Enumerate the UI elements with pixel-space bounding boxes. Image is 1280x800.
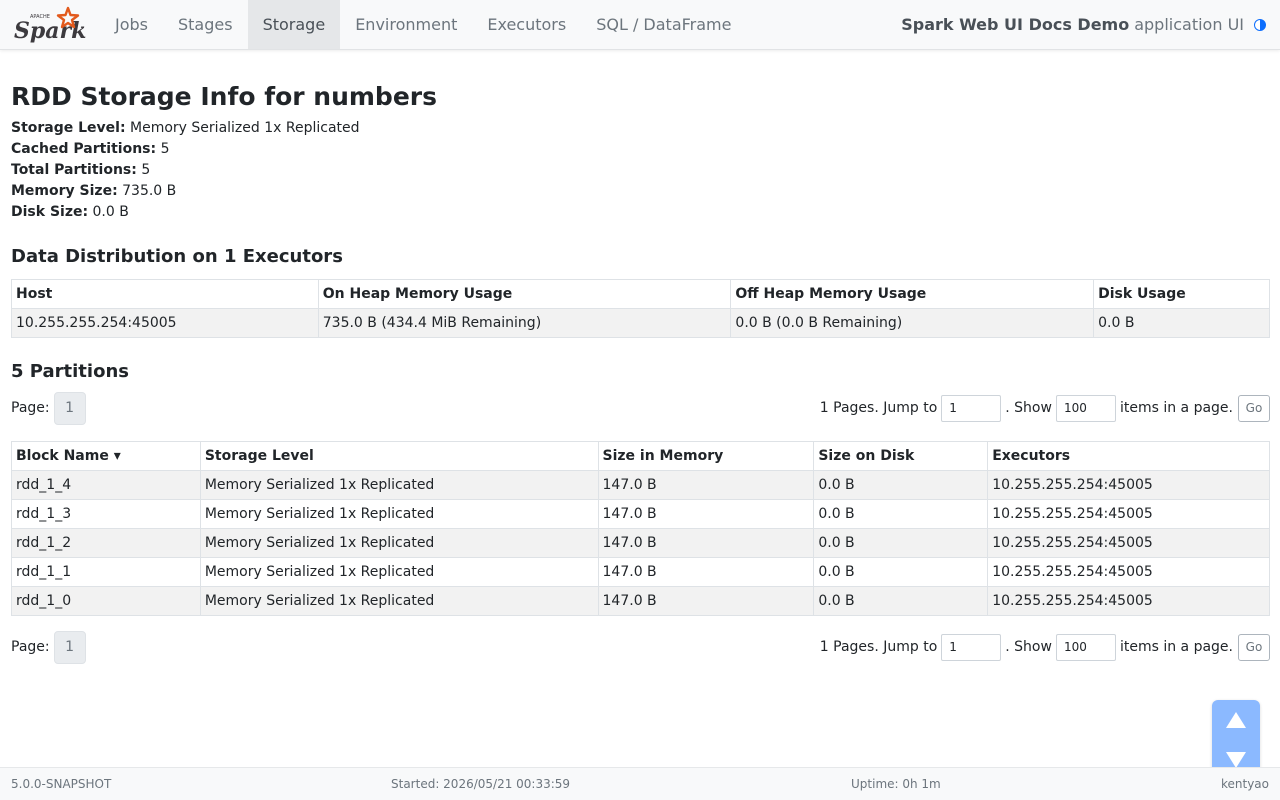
footer: 5.0.0-SNAPSHOT Started: 2026/05/21 00:33… <box>0 767 1280 800</box>
user-text: kentyao <box>1220 777 1269 791</box>
page-title: RDD Storage Info for numbers <box>11 82 437 111</box>
table-cell: 10.255.255.254:45005 <box>987 586 1270 616</box>
version-text: 5.0.0-SNAPSHOT <box>11 777 112 791</box>
page-label: Page: <box>11 639 50 655</box>
summary-total-partitions: Total Partitions: 5 <box>11 162 151 178</box>
column-header-size-in-memory[interactable]: Size in Memory <box>597 441 815 471</box>
table-cell: 0.0 B (0.0 B Remaining) <box>730 308 1095 338</box>
nav-stages[interactable]: Stages <box>163 0 248 49</box>
table-cell: 147.0 B <box>597 528 815 558</box>
pages-text: 1 Pages. Jump to <box>819 639 938 655</box>
table-cell: rdd_1_3 <box>11 499 201 529</box>
table-cell: 0.0 B <box>813 557 989 587</box>
uptime-text: Uptime: 0h 1m <box>851 777 941 791</box>
table-header-row: Block Name ▾ Storage Level Size in Memor… <box>11 441 1270 471</box>
nav-sql-dataframe[interactable]: SQL / DataFrame <box>581 0 746 49</box>
show-text: . Show <box>1005 639 1052 655</box>
go-button[interactable]: Go <box>1238 633 1270 661</box>
summary-cached-partitions: Cached Partitions: 5 <box>11 141 170 157</box>
column-header[interactable]: Off Heap Memory Usage <box>730 279 1095 309</box>
pagination-top: Page: 1 1 Pages. Jump to . Show items in… <box>11 391 1270 425</box>
column-header-executors[interactable]: Executors <box>987 441 1270 471</box>
table-cell: 735.0 B (434.4 MiB Remaining) <box>317 308 732 338</box>
pagination-bottom: Page: 1 1 Pages. Jump to . Show items in… <box>11 630 1270 664</box>
page-label: Page: <box>11 400 50 416</box>
column-header-block-name[interactable]: Block Name ▾ <box>11 441 201 471</box>
table-cell: 0.0 B <box>813 499 989 529</box>
table-cell: Memory Serialized 1x Replicated <box>199 470 599 500</box>
items-text: items in a page. <box>1119 639 1233 655</box>
started-text: Started: 2026/05/21 00:33:59 <box>391 777 571 791</box>
table-cell: 10.255.255.254:45005 <box>11 308 319 338</box>
table-cell: 147.0 B <box>597 499 815 529</box>
column-header[interactable]: On Heap Memory Usage <box>317 279 732 309</box>
table-cell: rdd_1_1 <box>11 557 201 587</box>
table-cell: 10.255.255.254:45005 <box>987 557 1270 587</box>
page-jump-controls: 1 Pages. Jump to . Show items in a page.… <box>819 633 1270 661</box>
table-cell: 147.0 B <box>597 470 815 500</box>
jump-to-page-input[interactable] <box>941 394 1002 422</box>
table-row: rdd_1_4 Memory Serialized 1x Replicated … <box>11 470 1270 500</box>
table-cell: 10.255.255.254:45005 <box>987 470 1270 500</box>
summary-disk-size: Disk Size: 0.0 B <box>11 204 129 220</box>
column-header-size-on-disk[interactable]: Size on Disk <box>813 441 989 471</box>
page-number-button[interactable]: 1 <box>53 391 86 425</box>
page-size-input[interactable] <box>1055 394 1116 422</box>
table-cell: 147.0 B <box>597 586 815 616</box>
table-row: rdd_1_2 Memory Serialized 1x Replicated … <box>11 528 1270 558</box>
show-text: . Show <box>1005 400 1052 416</box>
nav-executors[interactable]: Executors <box>472 0 581 49</box>
table-cell: 10.255.255.254:45005 <box>987 499 1270 529</box>
table-cell: Memory Serialized 1x Replicated <box>199 499 599 529</box>
table-cell: rdd_1_0 <box>11 586 201 616</box>
top-navbar: APACHE Spark Jobs Stages Storage Environ… <box>0 0 1280 50</box>
table-cell: 0.0 B <box>813 586 989 616</box>
table-cell: Memory Serialized 1x Replicated <box>199 528 599 558</box>
nav-storage[interactable]: Storage <box>247 0 341 49</box>
table-row: rdd_1_1 Memory Serialized 1x Replicated … <box>11 557 1270 587</box>
table-row: 10.255.255.254:45005 735.0 B (434.4 MiB … <box>11 308 1270 338</box>
table-cell: 147.0 B <box>597 557 815 587</box>
page-size-input[interactable] <box>1055 633 1116 661</box>
table-row: rdd_1_3 Memory Serialized 1x Replicated … <box>11 499 1270 529</box>
column-header[interactable]: Disk Usage <box>1093 279 1270 309</box>
partitions-table: Block Name ▾ Storage Level Size in Memor… <box>11 441 1270 616</box>
partitions-heading[interactable]: 5 Partitions <box>11 361 1270 383</box>
go-button[interactable]: Go <box>1238 394 1270 422</box>
table-cell: rdd_1_2 <box>11 528 201 558</box>
spark-logo-icon: APACHE Spark <box>14 6 86 44</box>
rdd-summary: Storage Level: Memory Serialized 1x Repl… <box>11 118 1270 223</box>
app-title: Spark Web UI Docs Demo application UI <box>901 0 1280 49</box>
svg-text:Spark: Spark <box>14 18 86 44</box>
app-name: Spark Web UI Docs Demo <box>901 15 1130 34</box>
table-cell: 10.255.255.254:45005 <box>987 528 1270 558</box>
jump-to-page-input[interactable] <box>941 633 1002 661</box>
summary-memory-size: Memory Size: 735.0 B <box>11 183 177 199</box>
table-cell: Memory Serialized 1x Replicated <box>199 586 599 616</box>
data-distribution-table: Host On Heap Memory Usage Off Heap Memor… <box>11 279 1270 338</box>
nav-jobs[interactable]: Jobs <box>100 0 163 49</box>
data-distribution-heading[interactable]: Data Distribution on 1 Executors <box>11 246 1270 268</box>
items-text: items in a page. <box>1119 400 1233 416</box>
table-cell: rdd_1_4 <box>11 470 201 500</box>
column-header-storage-level[interactable]: Storage Level <box>199 441 599 471</box>
page-number-button[interactable]: 1 <box>53 630 86 664</box>
table-row: rdd_1_0 Memory Serialized 1x Replicated … <box>11 586 1270 616</box>
nav-environment[interactable]: Environment <box>340 0 472 49</box>
app-suffix: application UI <box>1134 15 1244 34</box>
table-cell: Memory Serialized 1x Replicated <box>199 557 599 587</box>
pages-text: 1 Pages. Jump to <box>819 400 938 416</box>
main-content: RDD Storage Info for numbers Storage Lev… <box>11 50 1270 664</box>
spark-logo[interactable]: APACHE Spark <box>0 0 100 50</box>
table-cell: 0.0 B <box>813 470 989 500</box>
summary-storage-level: Storage Level: Memory Serialized 1x Repl… <box>11 120 360 136</box>
scroll-down-icon[interactable] <box>1226 752 1246 768</box>
half-circle-icon[interactable] <box>1254 18 1266 31</box>
table-cell: 0.0 B <box>813 528 989 558</box>
table-cell: 0.0 B <box>1093 308 1270 338</box>
column-header[interactable]: Host <box>11 279 319 309</box>
scroll-up-icon[interactable] <box>1226 712 1246 728</box>
table-header-row: Host On Heap Memory Usage Off Heap Memor… <box>11 279 1270 309</box>
page-jump-controls: 1 Pages. Jump to . Show items in a page.… <box>819 394 1270 422</box>
